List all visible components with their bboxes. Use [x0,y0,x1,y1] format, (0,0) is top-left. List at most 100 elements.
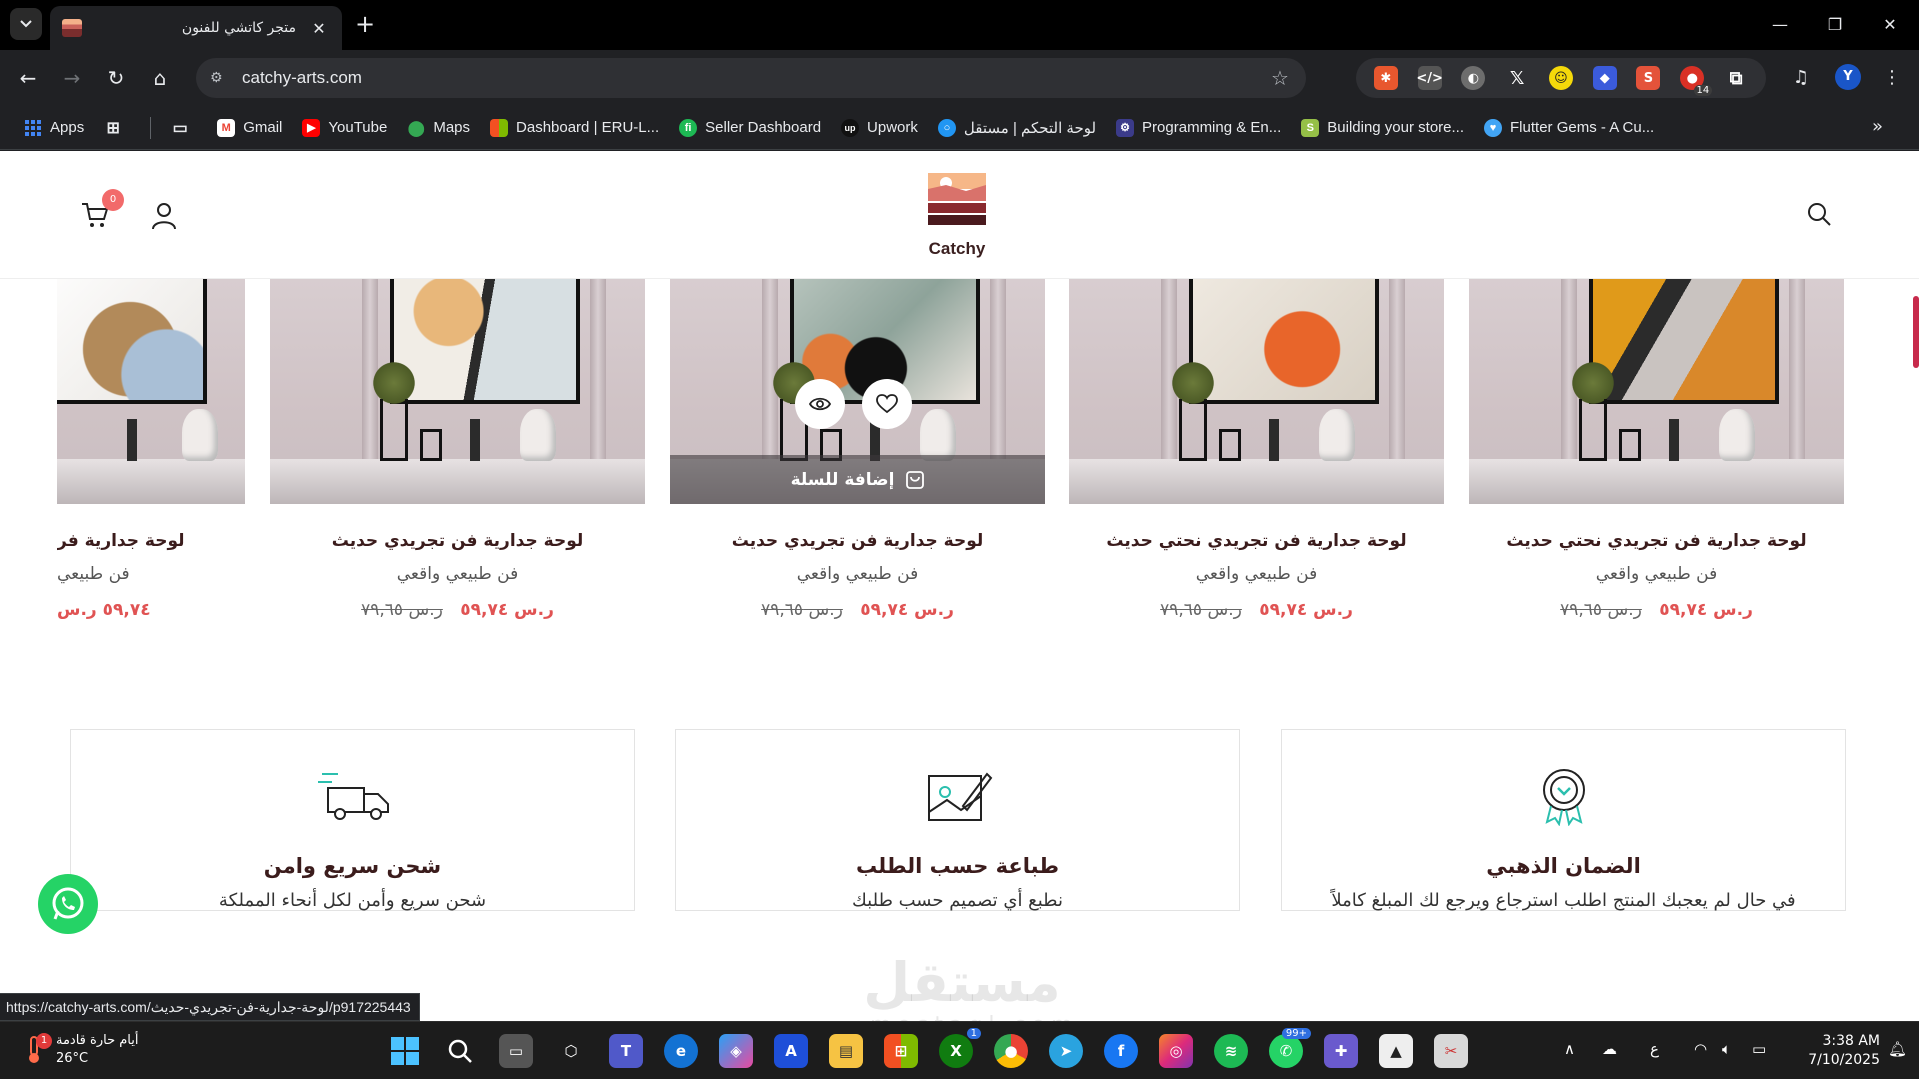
bookmark-seller-dashboard[interactable]: fi Seller Dashboard [679,118,821,137]
extension-3-icon[interactable]: ◐ [1461,66,1486,90]
extension-shield-icon[interactable]: S [1636,66,1661,90]
wishlist-button[interactable] [862,379,912,429]
puzzle-extensions-icon[interactable]: ⧉ [1724,66,1748,90]
tab-search-button[interactable] [10,8,42,40]
snipping-tool-icon[interactable]: ✂ [1434,1034,1468,1068]
bookmark-mostaql[interactable]: ○ لوحة التحكم | مستقل [937,118,1096,137]
close-tab-icon[interactable]: ✕ [308,19,330,38]
weather-widget[interactable]: 1 أيام حارة قادمة 26°C [26,1032,139,1068]
close-window-button[interactable]: ✕ [1870,10,1910,40]
more-bookmarks-icon[interactable]: » [1872,116,1883,137]
wifi-icon[interactable]: ◠ [1694,1040,1707,1058]
volume-icon[interactable]: 🔈︎ [1722,1040,1731,1058]
system-clock[interactable]: 3:38 AM 7/10/2025 [1790,1032,1880,1070]
product-category[interactable]: فن طبيعي واقعي [1469,564,1844,584]
product-category[interactable]: فن طبيعي واقعي [1069,564,1444,584]
start-button[interactable] [388,1034,422,1068]
battery-icon[interactable]: ▭ [1752,1040,1766,1058]
search-button[interactable] [1806,201,1832,227]
whatsapp-taskbar-icon[interactable]: ✆ 99+ [1269,1028,1311,1068]
product-card-partial[interactable]: لوحة جدارية فر فن طبيعي ٥٩,٧٤ ر.س [57,279,245,659]
more-menu-icon[interactable]: ⋮ [1880,64,1904,92]
bookmark-programming[interactable]: ⚙ Programming & En... [1116,118,1281,137]
back-button[interactable]: ← [12,62,44,94]
file-explorer-icon[interactable]: ▤ [829,1034,863,1068]
address-bar[interactable]: ⚙ catchy-arts.com ☆ [196,58,1306,98]
account-button[interactable] [150,201,178,231]
product-card[interactable]: لوحة جدارية فن تجريدي نحتي حديث فن طبيعي… [1069,279,1444,659]
bookmark-upwork[interactable]: up Upwork [841,118,918,137]
bookmark-star-icon[interactable]: ☆ [1268,66,1292,90]
add-to-cart-button[interactable]: إضافة للسلة [670,455,1045,504]
facebook-icon[interactable]: f [1104,1034,1138,1068]
reload-button[interactable]: ↻ [100,62,132,94]
bookmark-maps[interactable]: ⬤ Maps [407,119,470,137]
product-title[interactable]: لوحة جدارية فن تجريدي نحتي حديث [1069,531,1444,551]
microsoft-store-icon[interactable]: ⊞ [884,1034,918,1068]
product-image[interactable]: إضافة للسلة [670,279,1045,504]
bookmark-tab-groups[interactable]: ⊞ [104,119,130,137]
page-scrollbar-thumb[interactable] [1913,296,1919,368]
new-tab-button[interactable]: + [350,10,380,40]
product-title[interactable]: لوحة جدارية فن تجريدي نحتي حديث [1469,531,1844,551]
bookmark-apps[interactable]: Apps [24,119,84,137]
widgets-icon[interactable]: ⬡ [554,1034,588,1068]
minimize-button[interactable]: — [1760,10,1800,40]
product-card-hovered[interactable]: إضافة للسلة لوحة جدارية فن تجريدي حديث ف… [670,279,1045,659]
app-batman-icon[interactable]: ▲ [1379,1034,1413,1068]
product-card[interactable]: لوحة جدارية فن تجريدي نحتي حديث فن طبيعي… [1469,279,1844,659]
product-category[interactable]: فن طبيعي [57,564,245,584]
home-button[interactable]: ⌂ [144,62,176,94]
site-logo[interactable]: Catchy [924,171,990,261]
product-title[interactable]: لوحة جدارية فر [57,531,245,551]
whatsapp-chat-button[interactable] [38,874,98,934]
taskbar-search-button[interactable] [443,1034,477,1068]
copilot-icon[interactable]: ◈ [719,1034,753,1068]
whatsapp-icon [52,887,84,920]
xbox-icon[interactable]: X1 [939,1028,981,1068]
snapchat-icon[interactable]: ☺ [1548,66,1573,90]
product-image[interactable] [57,279,245,504]
product-image[interactable] [270,279,645,504]
product-image[interactable] [1469,279,1844,504]
extension-1-icon[interactable]: ✱ [1373,66,1398,90]
product-card[interactable]: لوحة جدارية فن تجريدي حديث فن طبيعي واقع… [270,279,645,659]
extension-badge-icon[interactable]: ● 14 [1680,66,1713,96]
onedrive-icon[interactable]: ☁ [1602,1040,1617,1058]
gamepad-icon[interactable]: ✚ [1324,1034,1358,1068]
restore-button[interactable]: ❐ [1815,10,1855,40]
product-image[interactable] [1069,279,1444,504]
site-info-icon[interactable]: ⚙ [210,70,230,86]
teams-icon[interactable]: T [609,1034,643,1068]
telegram-icon[interactable]: ➤ [1049,1034,1083,1068]
media-control-icon[interactable]: ♫ [1786,64,1816,92]
azure-icon[interactable]: A [774,1034,808,1068]
input-language[interactable]: ع [1650,1040,1659,1058]
x-twitter-icon[interactable]: 𝕏 [1505,66,1529,90]
product-title[interactable]: لوحة جدارية فن تجريدي حديث [670,531,1045,551]
forward-button[interactable]: → [56,62,88,94]
extension-6-icon[interactable]: ◆ [1592,66,1617,90]
bookmark-flutter-gems[interactable]: ♥ Flutter Gems - A Cu... [1484,118,1654,137]
chrome-icon[interactable]: ● [994,1034,1028,1068]
product-category[interactable]: فن طبيعي واقعي [670,564,1045,584]
edge-icon[interactable]: e [664,1034,698,1068]
url-text[interactable]: catchy-arts.com [242,68,1268,88]
bookmark-gmail[interactable]: M Gmail [217,118,282,137]
active-tab[interactable]: متجر كاتشي للفنون ✕ [50,6,342,50]
notifications-bell-icon[interactable]: 🔔︎ [1888,1040,1907,1058]
bookmark-folder[interactable]: ▭ [171,119,197,137]
instagram-icon[interactable]: ◎ [1159,1034,1193,1068]
bookmark-shopify[interactable]: S Building your store... [1301,118,1464,137]
profile-avatar[interactable]: Y [1835,64,1861,90]
tray-overflow-icon[interactable]: ∧ [1564,1040,1575,1058]
extension-code-icon[interactable]: </> [1416,66,1443,90]
bookmark-youtube[interactable]: ▶ YouTube [302,118,387,137]
product-category[interactable]: فن طبيعي واقعي [270,564,645,584]
task-view-icon[interactable]: ▭ [499,1034,533,1068]
bookmark-dashboard[interactable]: Dashboard | ERU-L... [490,118,659,137]
cart-button[interactable]: 0 [80,189,124,231]
spotify-icon[interactable]: ≋ [1214,1034,1248,1068]
quick-view-button[interactable] [795,379,845,429]
product-title[interactable]: لوحة جدارية فن تجريدي حديث [270,531,645,551]
